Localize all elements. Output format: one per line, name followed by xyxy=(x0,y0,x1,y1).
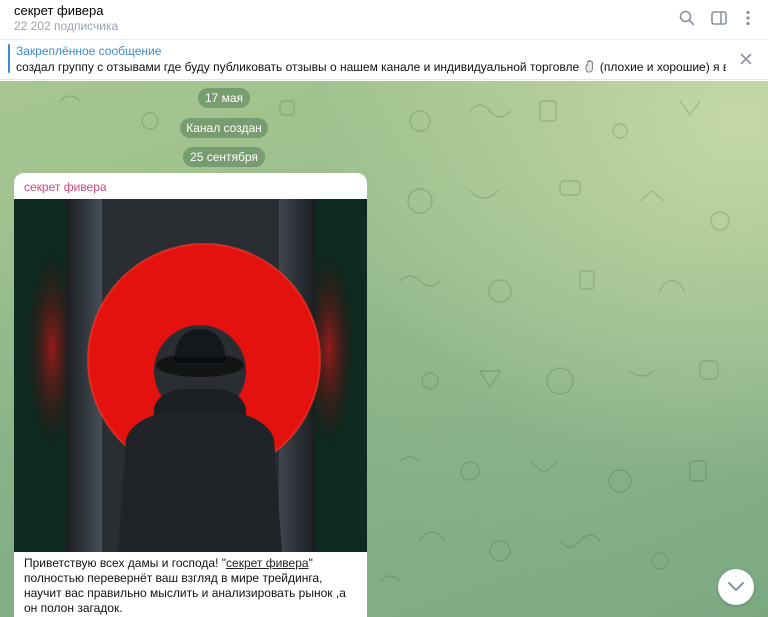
pinned-accent-bar xyxy=(8,44,10,73)
sidebar-toggle-icon[interactable] xyxy=(710,9,728,27)
post-image[interactable] xyxy=(14,199,367,552)
hand-icon xyxy=(584,59,596,73)
chat-header: секрет фивера 22 202 подписчика xyxy=(0,0,768,38)
channel-post[interactable]: секрет фивера Приветствую всех дамы и го… xyxy=(14,173,367,617)
service-message-channel-created: Канал создан xyxy=(180,118,268,138)
pinned-text-after: (плохие и хорошие) я всегда ... xyxy=(599,60,726,74)
search-icon[interactable] xyxy=(678,9,696,27)
close-icon[interactable] xyxy=(738,51,754,67)
pinned-title: Закреплённое сообщение xyxy=(16,44,162,58)
channel-link[interactable]: секрет фивера xyxy=(226,556,309,570)
chevron-down-icon xyxy=(728,582,744,591)
caption-text-before: Приветствую всех дамы и господа! " xyxy=(24,556,227,570)
date-badge: 25 сентября xyxy=(183,147,265,167)
post-caption: Приветствую всех дамы и господа! "секрет… xyxy=(24,556,359,616)
pinned-text[interactable]: создал группу с отзывами где буду публик… xyxy=(16,59,726,74)
scroll-to-bottom-button[interactable] xyxy=(718,569,754,605)
more-vertical-icon[interactable] xyxy=(739,9,757,27)
subscriber-count: 22 202 подписчика xyxy=(14,19,119,33)
pinned-text-before: создал группу с отзывами где буду публик… xyxy=(16,60,580,74)
channel-title[interactable]: секрет фивера xyxy=(14,3,103,18)
post-author[interactable]: секрет фивера xyxy=(24,180,107,194)
date-badge: 17 мая xyxy=(198,88,250,108)
